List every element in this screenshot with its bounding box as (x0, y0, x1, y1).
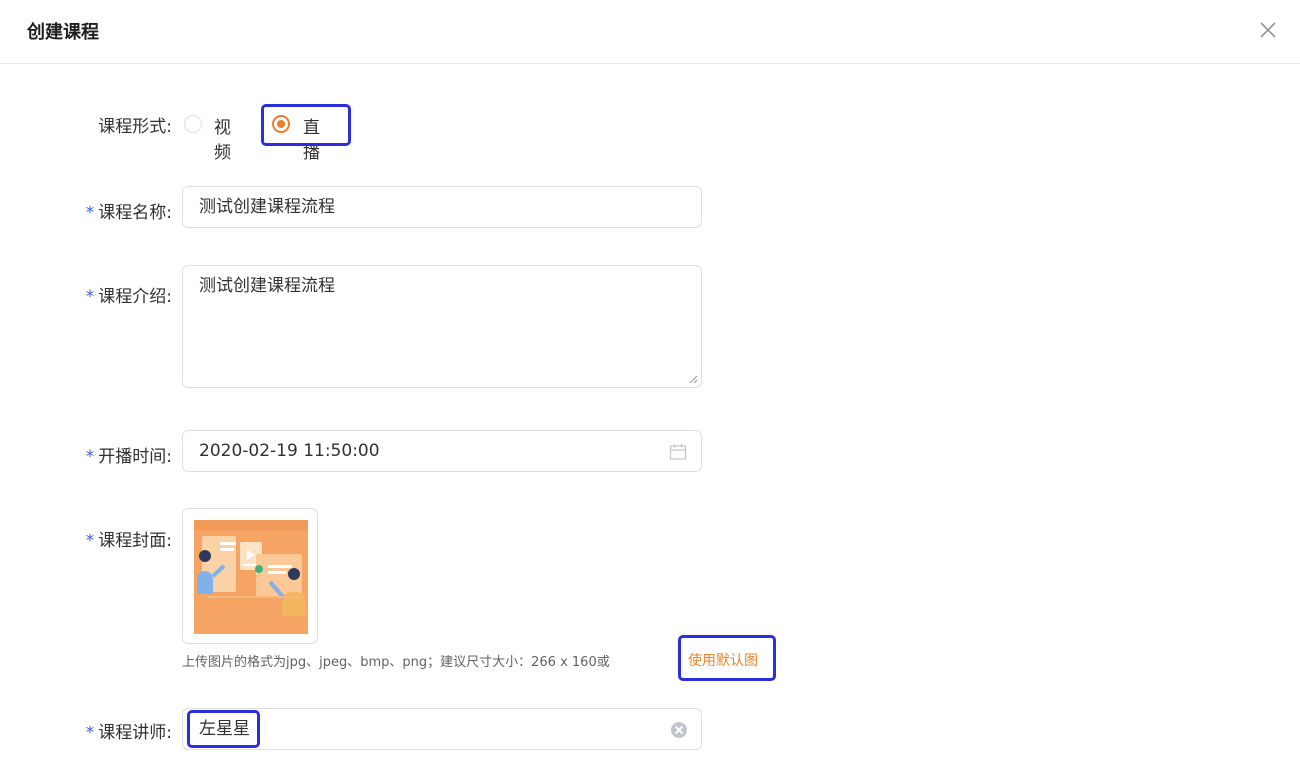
close-icon[interactable] (1256, 18, 1280, 42)
intro-label: * 课程介绍: (85, 287, 172, 307)
cover-label: * 课程封面: (85, 531, 172, 551)
course-intro-textarea[interactable]: 测试创建课程流程 (182, 265, 702, 388)
dialog-header: 创建课程 (0, 0, 1300, 64)
radio-video[interactable] (184, 115, 202, 133)
format-label: 课程形式: (98, 117, 172, 137)
cover-image (194, 520, 308, 634)
start-time-label: * 开播时间: (85, 447, 172, 467)
lecturer-label: * 课程讲师: (85, 723, 172, 743)
course-intro-text: 测试创建课程流程 (199, 276, 335, 296)
resize-handle-icon[interactable] (688, 374, 698, 384)
calendar-icon[interactable] (669, 443, 687, 461)
clear-icon[interactable] (671, 722, 687, 738)
lecturer-select[interactable]: 左星星 (182, 708, 702, 750)
radio-video-label[interactable]: 视频 (214, 113, 231, 163)
name-label: * 课程名称: (85, 203, 172, 223)
highlight-box-default-link (678, 635, 776, 681)
cover-hint: 上传图片的格式为jpg、jpeg、bmp、png；建议尺寸大小：266 x 16… (182, 655, 610, 670)
start-time-input[interactable]: 2020-02-19 11:50:00 (182, 430, 702, 472)
course-name-input[interactable]: 测试创建课程流程 (182, 186, 702, 228)
dialog-title: 创建课程 (27, 22, 99, 43)
highlight-box-lecturer (187, 710, 260, 748)
start-time-value: 2020-02-19 11:50:00 (199, 441, 380, 461)
highlight-box-live (261, 104, 351, 146)
cover-upload[interactable] (182, 508, 318, 644)
